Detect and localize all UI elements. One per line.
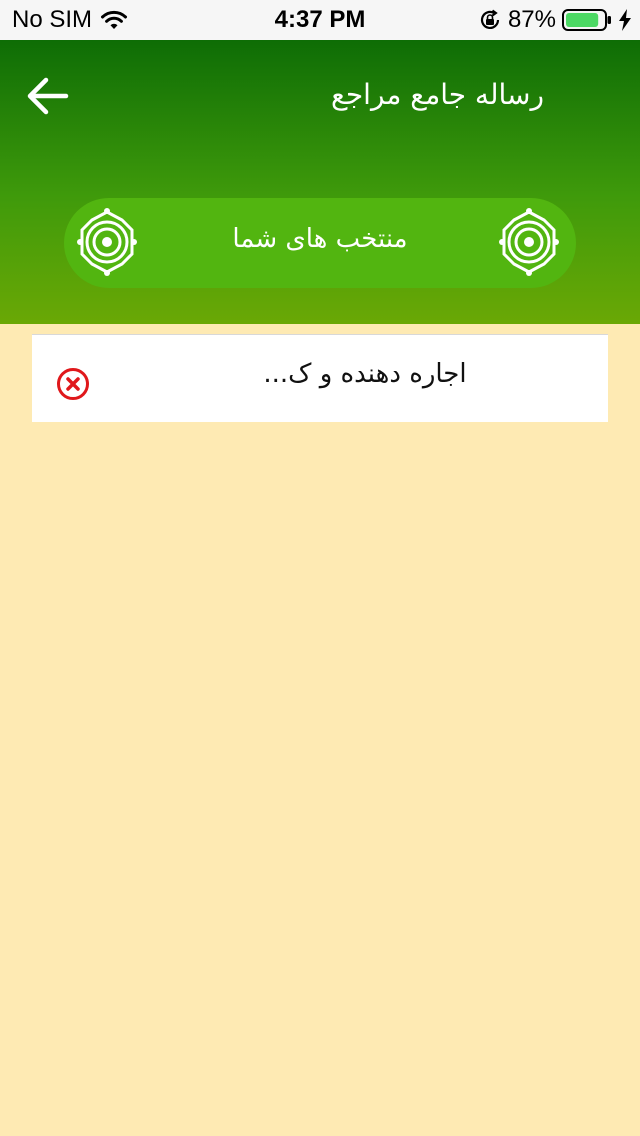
battery-icon <box>562 9 611 31</box>
favorites-list: اجاره دهنده و ک... <box>32 334 608 422</box>
page-title: رساله جامع مراجع <box>330 78 544 111</box>
header: رساله جامع مراجع منتخب های شما <box>0 40 640 324</box>
back-arrow-icon[interactable] <box>24 74 72 118</box>
charging-bolt-icon <box>619 9 631 31</box>
list-item-title: اجاره دهنده و ک... <box>263 359 467 389</box>
list-item[interactable]: اجاره دهنده و ک... <box>32 334 608 422</box>
ornament-medallion-icon <box>499 208 559 276</box>
battery-percent: 87% <box>507 6 556 33</box>
status-right: 87% <box>478 6 632 34</box>
rotation-lock-icon <box>480 9 500 29</box>
favorites-button[interactable]: منتخب های شما <box>64 198 576 288</box>
remove-circle-icon[interactable] <box>56 367 90 401</box>
status-bar: No SIM 4:37 PM 87% <box>0 0 640 40</box>
